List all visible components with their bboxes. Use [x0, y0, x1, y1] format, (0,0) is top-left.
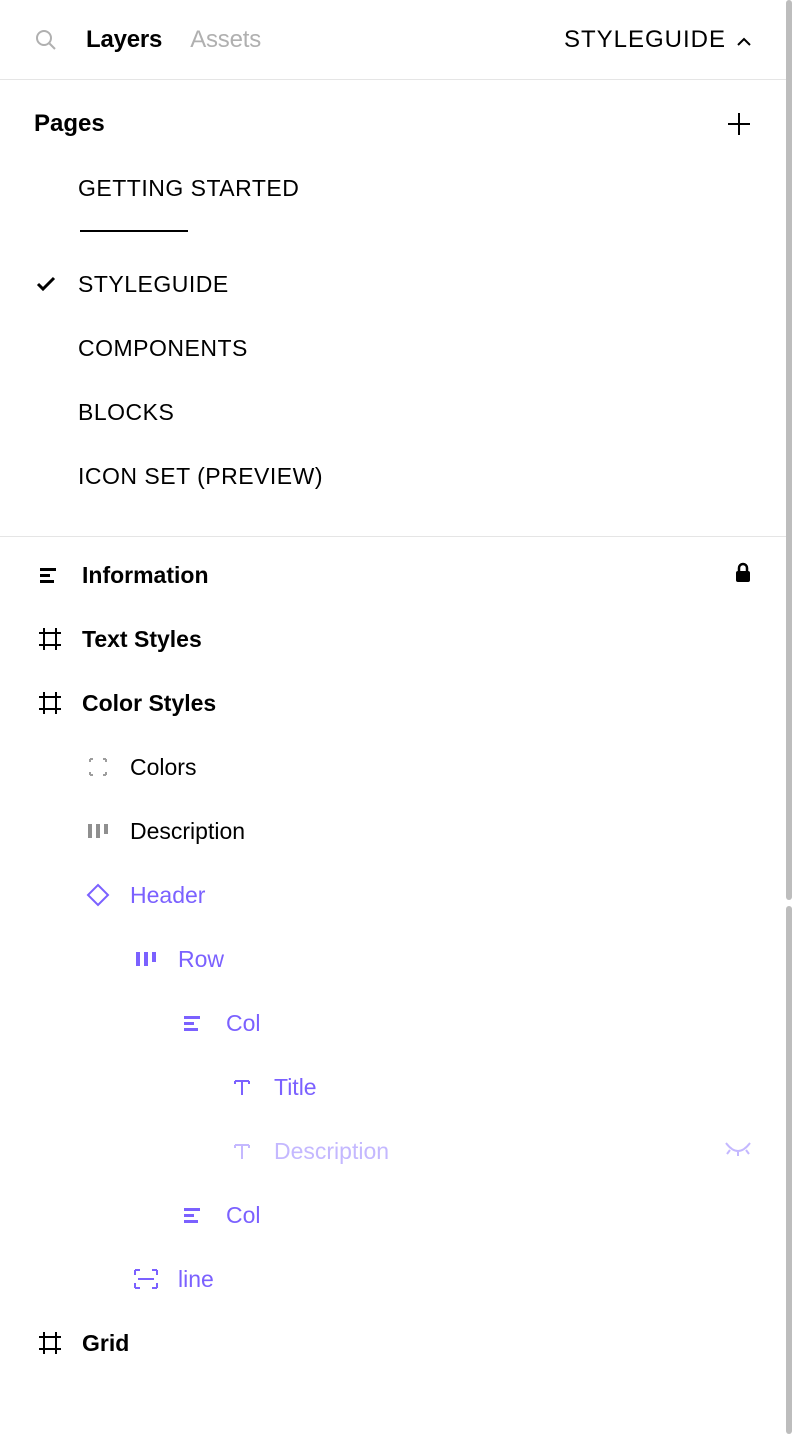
autolayout-v-purple-icon [180, 1206, 208, 1224]
layer-row[interactable]: Colors [0, 735, 786, 799]
component-icon [84, 883, 112, 907]
layer-row[interactable]: Grid [0, 1311, 786, 1375]
page-item-label: COMPONENTS [78, 335, 248, 362]
frame-icon [36, 691, 64, 715]
layer-tree: Information Text Styles Color Styles Colors… [0, 537, 786, 1375]
text-purple-icon [228, 1077, 256, 1097]
page-item[interactable]: COMPONENTS [34, 316, 752, 380]
page-dropdown-label: STYLEGUIDE [564, 26, 726, 54]
layer-row[interactable]: Description [0, 799, 786, 863]
pages-header: Pages [0, 80, 786, 156]
page-item-label: BLOCKS [78, 399, 174, 426]
page-selected-check-icon [34, 276, 58, 292]
scrollbar-track [786, 0, 792, 1434]
layer-label: Title [274, 1074, 317, 1101]
layer-row[interactable]: Title [0, 1055, 786, 1119]
layer-row[interactable]: Color Styles [0, 671, 786, 735]
layer-label: Col [226, 1010, 261, 1037]
chevron-up-icon [736, 26, 752, 54]
slice-icon [84, 756, 112, 778]
lock-icon[interactable] [734, 562, 752, 589]
layer-row[interactable]: Text Styles [0, 607, 786, 671]
layer-label: Color Styles [82, 690, 216, 717]
layer-label: Colors [130, 754, 196, 781]
panel-topbar: Layers Assets STYLEGUIDE [0, 0, 786, 80]
layer-row[interactable]: Information [0, 543, 786, 607]
scrollbar-thumb-top[interactable] [786, 0, 792, 900]
page-dropdown[interactable]: STYLEGUIDE [564, 26, 752, 54]
page-divider [80, 230, 188, 232]
layer-label: line [178, 1266, 214, 1293]
line-frame-purple-icon [132, 1267, 160, 1291]
layer-label: Description [274, 1138, 389, 1165]
autolayout-v-purple-icon [180, 1014, 208, 1032]
layer-row[interactable]: Row [0, 927, 786, 991]
layer-row[interactable]: Header [0, 863, 786, 927]
scrollbar-thumb-bottom[interactable] [786, 906, 792, 1434]
page-item-label: STYLEGUIDE [78, 271, 229, 298]
autolayout-h-purple-icon [132, 949, 160, 969]
layer-row[interactable]: Description [0, 1119, 786, 1183]
text-purple-faded-icon [228, 1141, 256, 1161]
layer-row[interactable]: Col [0, 1183, 786, 1247]
layer-label: Header [130, 882, 205, 909]
frame-icon [36, 1331, 64, 1355]
page-item[interactable]: ICON SET (PREVIEW) [34, 444, 752, 508]
layer-label: Text Styles [82, 626, 202, 653]
hidden-eye-icon[interactable] [724, 1141, 752, 1162]
layer-label: Information [82, 562, 209, 589]
text-block-icon [36, 566, 64, 584]
layer-label: Row [178, 946, 224, 973]
page-item[interactable]: STYLEGUIDE [34, 252, 752, 316]
page-item[interactable]: GETTING STARTED [34, 156, 752, 220]
add-page-button[interactable] [726, 111, 752, 137]
tab-assets[interactable]: Assets [190, 26, 261, 54]
layer-row[interactable]: Col [0, 991, 786, 1055]
pages-heading: Pages [34, 110, 105, 138]
pages-list: GETTING STARTED STYLEGUIDE COMPONENTS BLOCK… [0, 156, 786, 536]
tab-layers[interactable]: Layers [86, 26, 162, 54]
page-item-label: GETTING STARTED [78, 175, 299, 202]
layer-label: Grid [82, 1330, 129, 1357]
search-icon[interactable] [34, 28, 58, 52]
layer-row[interactable]: line [0, 1247, 786, 1311]
page-item[interactable]: BLOCKS [34, 380, 752, 444]
frame-icon [36, 627, 64, 651]
page-item-label: ICON SET (PREVIEW) [78, 463, 323, 490]
autolayout-h-icon [84, 821, 112, 841]
layer-label: Col [226, 1202, 261, 1229]
layer-label: Description [130, 818, 245, 845]
